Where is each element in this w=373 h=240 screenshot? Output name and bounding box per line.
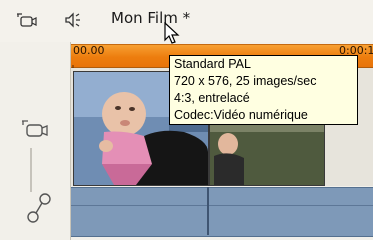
tooltip-line-resolution: 720 x 576, 25 images/sec xyxy=(174,74,317,88)
ruler-start-time: 00.00 xyxy=(73,44,105,57)
camera-track-icon[interactable] xyxy=(16,11,38,33)
audio-clip-boundary xyxy=(207,187,209,235)
clip-info-tooltip: Standard PAL 720 x 576, 25 images/sec 4:… xyxy=(169,55,358,125)
audio-track[interactable] xyxy=(71,187,373,237)
track-link-line-icon xyxy=(24,148,38,196)
tooltip-line-format: Standard PAL xyxy=(174,57,251,71)
audio-track-divider xyxy=(71,205,373,206)
tooltip-line-codec: Codec:Vidéo numérique xyxy=(174,108,308,122)
audio-track-icon[interactable] xyxy=(64,11,86,33)
audio-link-icon[interactable] xyxy=(24,192,54,230)
camera-icon[interactable] xyxy=(20,118,50,144)
tooltip-line-aspect: 4:3, entrelacé xyxy=(174,91,250,105)
